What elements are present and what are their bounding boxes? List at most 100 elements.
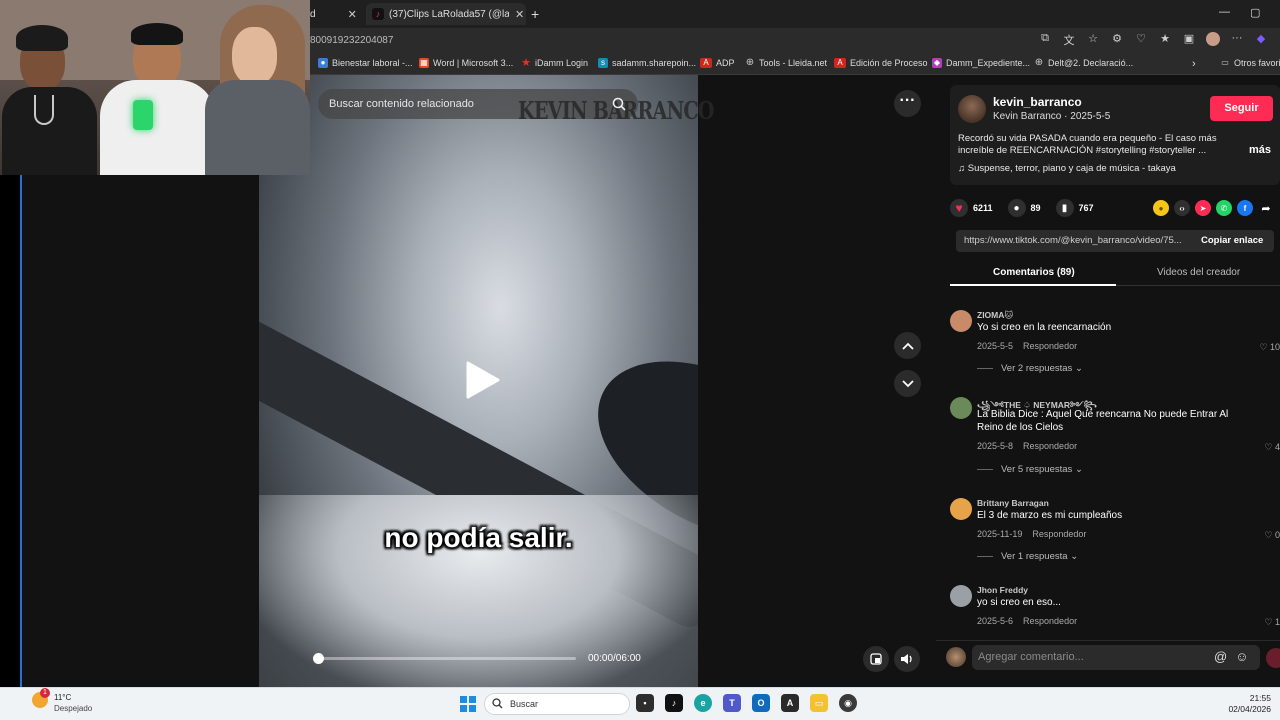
bookmark-item[interactable]: ● Bienestar laboral -...: [318, 58, 413, 68]
coin-icon[interactable]: ●: [1153, 200, 1169, 216]
creator-username[interactable]: kevin_barranco: [993, 95, 1082, 109]
file-explorer-icon[interactable]: ▭: [810, 694, 828, 712]
divider: [977, 367, 993, 369]
app-icon[interactable]: ◉: [839, 694, 857, 712]
active-tab-indicator: [950, 284, 1116, 286]
bookmark-item[interactable]: ◆ Damm_Expediente...: [932, 58, 1030, 68]
tab-tiktok[interactable]: ♪ (37)Clips LaRolada57 (@larolada5 ✕: [366, 3, 526, 25]
creator-avatar[interactable]: [958, 95, 986, 123]
tab-comments[interactable]: Comentarios (89): [993, 267, 1075, 278]
next-video-button[interactable]: [894, 370, 921, 397]
search-icon[interactable]: [612, 97, 626, 111]
menu-icon[interactable]: ···: [1230, 32, 1244, 49]
weather-widget[interactable]: 1: [32, 688, 50, 708]
bookmark-item[interactable]: ⊕ Delt@2. Declaració...: [1034, 58, 1133, 69]
comment-avatar[interactable]: [950, 310, 972, 332]
volume-icon: [901, 654, 912, 664]
comment-avatar[interactable]: [950, 397, 972, 419]
floating-player-button[interactable]: [863, 646, 889, 672]
teams-icon[interactable]: T: [723, 694, 741, 712]
video-progress-handle[interactable]: [313, 653, 324, 664]
tab-close-icon[interactable]: ✕: [348, 8, 357, 21]
view-replies[interactable]: Ver 1 respuesta ⌄: [977, 551, 1078, 562]
maximize-icon[interactable]: ▢: [1250, 6, 1260, 19]
favorites-icon[interactable]: ★: [1158, 32, 1172, 49]
copy-link-button[interactable]: Copiar enlace: [1201, 235, 1263, 246]
bookmark-item[interactable]: ⊕ Tools - Lleida.net: [745, 58, 827, 69]
comment-button[interactable]: ● 89: [1007, 199, 1041, 217]
comment-author[interactable]: Jhon Freddy: [977, 585, 1028, 595]
comment-avatar[interactable]: [950, 585, 972, 607]
more-options-button[interactable]: ···: [894, 90, 921, 117]
acrobat-icon[interactable]: A: [781, 694, 799, 712]
comment-avatar[interactable]: [950, 498, 972, 520]
more-description-link[interactable]: más: [1249, 144, 1271, 156]
video-progress-bar[interactable]: [318, 657, 576, 660]
share-arrow-icon[interactable]: ➦: [1258, 200, 1274, 216]
translate-icon[interactable]: 文: [1062, 32, 1076, 49]
comment-author[interactable]: Brittany Barragan: [977, 498, 1049, 508]
video-link[interactable]: https://www.tiktok.com/@kevin_barranco/v…: [964, 235, 1182, 246]
volume-button[interactable]: [894, 646, 920, 672]
comment-like[interactable]: ♡ 4: [1264, 442, 1280, 453]
extensions-icon[interactable]: ⚙: [1110, 32, 1124, 49]
collections-icon[interactable]: ▣: [1182, 32, 1196, 49]
tab-close-icon[interactable]: ✕: [515, 8, 524, 21]
outlook-icon[interactable]: O: [752, 694, 770, 712]
reply-button[interactable]: Respondedor: [1023, 341, 1077, 351]
tab-creator-videos[interactable]: Videos del creador: [1157, 267, 1240, 278]
creator-subtitle: Kevin Barranco · 2025-5-5: [993, 111, 1111, 122]
view-replies[interactable]: Ver 2 respuestas ⌄: [977, 363, 1083, 374]
comment-like[interactable]: ♡ 1: [1264, 617, 1280, 628]
bookmark-item[interactable]: ★ iDamm Login: [521, 58, 588, 69]
chevron-down-icon: ⌄: [1074, 363, 1083, 374]
windows-start-icon[interactable]: [460, 696, 476, 712]
previous-video-button[interactable]: [894, 332, 921, 359]
embed-icon[interactable]: ‹›: [1174, 200, 1190, 216]
edge-icon[interactable]: e: [694, 694, 712, 712]
whatsapp-icon[interactable]: ✆: [1216, 200, 1232, 216]
favorite-icon[interactable]: ☆: [1086, 32, 1100, 49]
copilot-icon[interactable]: ◆: [1254, 32, 1268, 49]
tiktok-icon[interactable]: ♪: [665, 694, 683, 712]
comment-author[interactable]: ZIOMA🐱: [977, 310, 1013, 321]
other-favorites[interactable]: ▭ Otros favorit: [1220, 58, 1280, 68]
task-view-icon[interactable]: ▪: [636, 694, 654, 712]
facebook-icon[interactable]: f: [1237, 200, 1253, 216]
browser-essentials-icon[interactable]: ♡: [1134, 32, 1148, 49]
mention-icon[interactable]: @: [1214, 649, 1227, 664]
like-button[interactable]: ♥ 6211: [950, 199, 993, 217]
heart-outline-icon: ♡: [1259, 342, 1270, 352]
bookmark-item[interactable]: A Edición de Proceso: [834, 58, 928, 68]
reply-button[interactable]: Respondedor: [1032, 529, 1086, 539]
follow-button[interactable]: Seguir: [1210, 96, 1273, 121]
comment-like[interactable]: ♡ 10: [1259, 342, 1280, 353]
new-tab-button[interactable]: +: [531, 3, 539, 25]
system-clock[interactable]: 21:55 02/04/2026: [1228, 693, 1271, 715]
bookmarks-more-chevron-icon[interactable]: ›: [1192, 58, 1196, 70]
minimize-icon[interactable]: —: [1219, 6, 1230, 18]
comment-date: 2025-5-8: [977, 441, 1014, 451]
chevron-down-icon: ⌄: [1070, 551, 1079, 562]
bookmark-item[interactable]: ▦ Word | Microsoft 3...: [419, 58, 513, 68]
url-text[interactable]: 800919232204087: [310, 35, 393, 46]
view-replies[interactable]: Ver 5 respuestas ⌄: [977, 464, 1083, 475]
reply-button[interactable]: Respondedor: [1023, 616, 1077, 626]
bookmark-item[interactable]: s sadamm.sharepoin...: [598, 58, 696, 68]
comment-like[interactable]: ♡ 0: [1264, 530, 1280, 541]
send-comment-button[interactable]: [1266, 648, 1280, 668]
webcam-person-center: [95, 20, 215, 175]
bookmark-icon: A: [834, 58, 846, 68]
play-icon[interactable]: [462, 360, 502, 400]
save-button[interactable]: ▮ 767: [1055, 199, 1094, 217]
reply-button[interactable]: Respondedor: [1023, 441, 1077, 451]
music-info[interactable]: ♫ Suspense, terror, piano y caja de músi…: [958, 163, 1176, 174]
profile-avatar[interactable]: [1206, 32, 1220, 49]
folder-icon: ▭: [1221, 58, 1229, 67]
split-screen-icon[interactable]: ⧉: [1038, 32, 1052, 49]
emoji-icon[interactable]: ☺: [1235, 649, 1248, 664]
send-icon[interactable]: ➤: [1195, 200, 1211, 216]
taskbar-search[interactable]: Buscar: [484, 693, 630, 715]
action-bar: ♥ 6211 ● 89 ▮ 767: [950, 198, 1109, 218]
bookmark-item[interactable]: A ADP: [700, 58, 735, 68]
